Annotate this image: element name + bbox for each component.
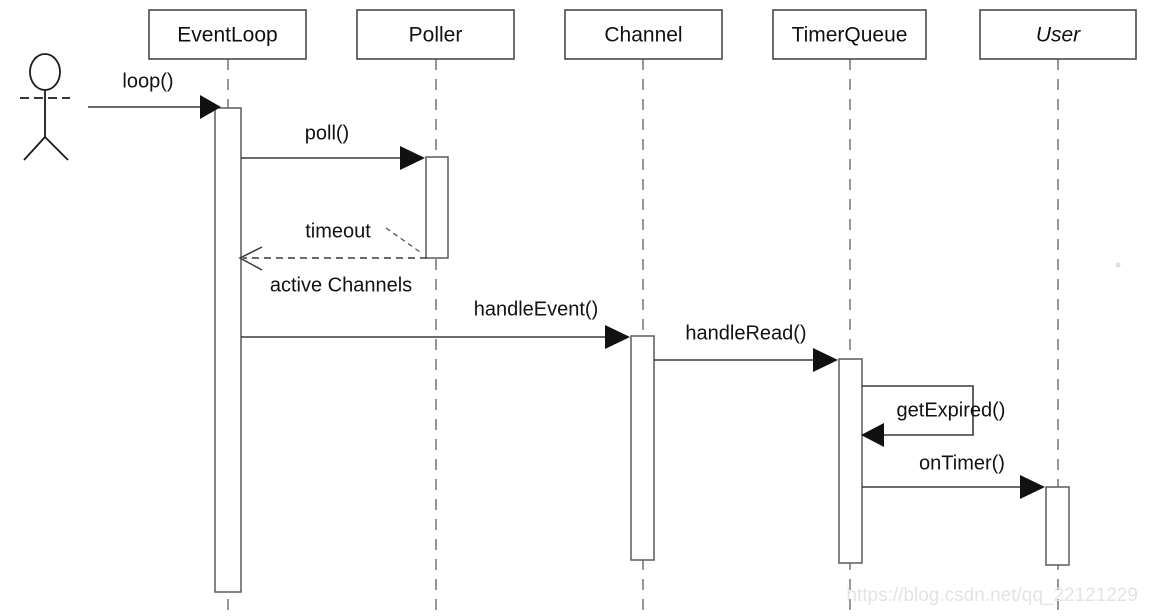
- message-timeout-return[interactable]: timeout active Channels: [238, 220, 427, 296]
- activation-bar-eventloop[interactable]: [214, 107, 242, 593]
- leader-line-timeout: [385, 227, 421, 253]
- message-loop[interactable]: loop(): [88, 70, 221, 119]
- participant-label-poller: Poller: [409, 24, 463, 47]
- message-label-active-channels: active Channels: [270, 274, 412, 296]
- message-label-loop: loop(): [122, 70, 173, 92]
- message-label-poll: poll(): [305, 122, 349, 144]
- message-ontimer[interactable]: onTimer(): [862, 452, 1045, 499]
- message-label-ontimer: onTimer(): [919, 452, 1005, 474]
- participant-user[interactable]: User: [979, 9, 1137, 60]
- arrowhead-poll: [400, 146, 425, 170]
- participant-label-timerqueue: TimerQueue: [792, 24, 908, 47]
- message-label-handleread: handleRead(): [685, 322, 806, 344]
- message-poll[interactable]: poll(): [241, 122, 425, 170]
- participant-channel[interactable]: Channel: [564, 9, 723, 60]
- message-handleread[interactable]: handleRead(): [654, 322, 838, 372]
- message-label-getexpired: getExpired(): [897, 399, 1006, 421]
- actor-leg-left: [23, 136, 46, 161]
- participant-timerqueue[interactable]: TimerQueue: [772, 9, 927, 60]
- activation-bar-poller[interactable]: [425, 156, 449, 259]
- arrowhead-getexpired: [861, 423, 884, 447]
- sequence-diagram-canvas: EventLoop Poller Channel TimerQueue User: [0, 0, 1152, 616]
- participant-eventloop[interactable]: EventLoop: [148, 9, 307, 60]
- activation-bar-user[interactable]: [1045, 486, 1070, 566]
- message-label-handleevent: handleEvent(): [474, 298, 599, 320]
- sequence-diagram-svg: EventLoop Poller Channel TimerQueue User: [20, 9, 1138, 616]
- participant-poller[interactable]: Poller: [356, 9, 515, 60]
- activation-bars-group: [214, 107, 1070, 593]
- activation-bar-channel[interactable]: [630, 335, 655, 561]
- message-label-timeout: timeout: [305, 220, 371, 242]
- message-getexpired-self[interactable]: getExpired(): [861, 385, 1006, 447]
- activation-bar-timerqueue[interactable]: [838, 358, 863, 564]
- participant-label-user: User: [1036, 24, 1081, 47]
- arrowhead-handleread: [813, 348, 838, 372]
- arrowhead-handleevent: [605, 325, 630, 349]
- actor-stick-figure[interactable]: [20, 53, 70, 161]
- participant-label-eventloop: EventLoop: [177, 24, 277, 47]
- actor-head-icon: [29, 53, 61, 91]
- scan-speck: [1115, 262, 1121, 268]
- watermark-url: https://blog.csdn.net/qq_22121229: [846, 585, 1138, 606]
- participant-label-channel: Channel: [604, 24, 682, 47]
- actor-leg-right: [44, 136, 69, 161]
- arrowhead-ontimer: [1020, 475, 1045, 499]
